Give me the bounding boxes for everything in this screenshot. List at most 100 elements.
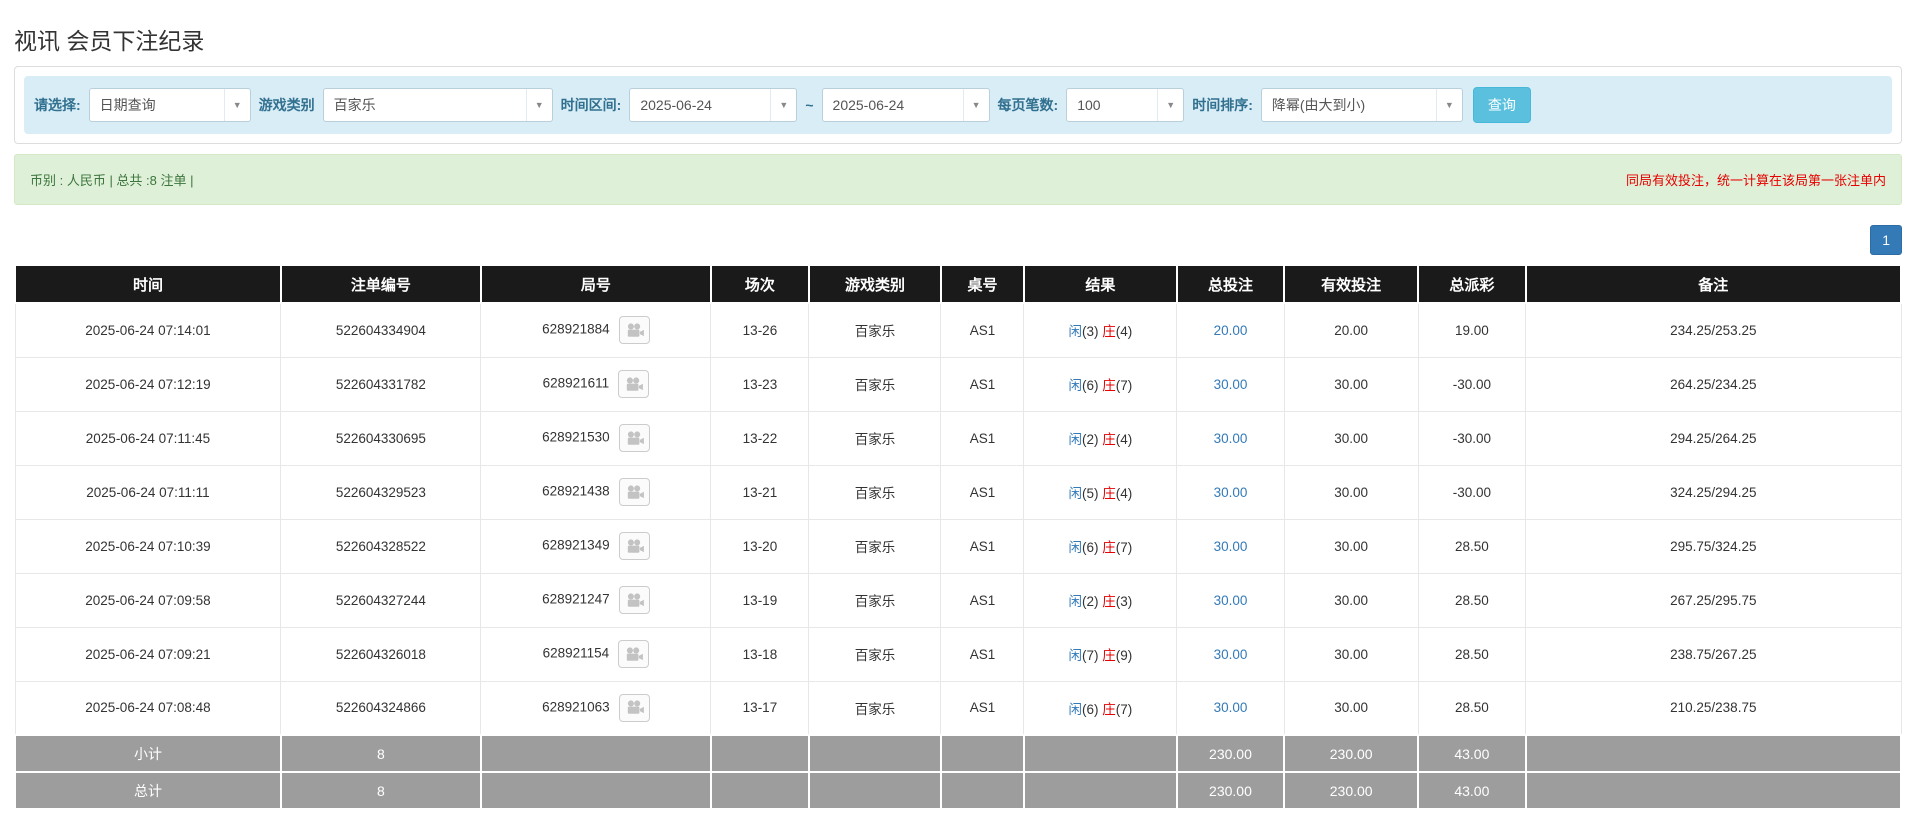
round-cell: 628921247 <box>480 572 712 628</box>
total-bet-link[interactable]: 20.00 <box>1214 323 1248 338</box>
result-banker-value: (7) <box>1115 701 1133 717</box>
result-banker-label: 庄 <box>1102 378 1116 393</box>
total-bet-cell: 30.00 <box>1176 680 1285 736</box>
summary-empty-game <box>807 771 942 810</box>
game-type: 百家乐 <box>808 356 942 412</box>
summary-empty-round <box>479 734 712 773</box>
column-header: 总投注 <box>1175 264 1286 304</box>
note: 210.25/238.75 <box>1525 680 1902 736</box>
summary-row: 总计 8 230.00 230.00 43.00 <box>14 771 1903 810</box>
summary-empty-table <box>939 771 1025 810</box>
query-type-value: 日期查询 <box>99 97 156 113</box>
date-from-value: 2025-06-24 <box>640 97 712 113</box>
summary-total-bet: 230.00 <box>1175 734 1286 773</box>
round-cell: 628921530 <box>480 410 712 466</box>
result-player-label: 闲 <box>1068 378 1082 393</box>
video-replay-button[interactable] <box>618 316 650 345</box>
result-player-label: 闲 <box>1068 540 1082 555</box>
result-cell: 闲(6) 庄(7) <box>1023 680 1178 736</box>
summary-count: 8 <box>279 734 482 773</box>
round-id: 628921063 <box>542 699 610 715</box>
video-camera-icon <box>626 376 644 391</box>
table-row: 2025-06-24 07:14:01 522604334904 628921884… <box>14 302 1902 358</box>
summary-row: 小计 8 230.00 230.00 43.00 <box>14 734 1903 773</box>
result-cell: 闲(7) 庄(9) <box>1023 626 1178 682</box>
page-size-value: 100 <box>1077 97 1101 113</box>
table-no: AS1 <box>940 680 1025 736</box>
valid-bet: 30.00 <box>1283 464 1419 520</box>
result-banker-label: 庄 <box>1102 648 1116 663</box>
session-no: 13-26 <box>710 302 810 358</box>
table-no: AS1 <box>940 626 1025 682</box>
table-row: 2025-06-24 07:11:11 522604329523 628921438… <box>14 464 1902 520</box>
video-replay-button[interactable] <box>618 693 650 722</box>
summary-label: 小计 <box>14 734 282 773</box>
result-cell: 闲(2) 庄(4) <box>1023 410 1178 466</box>
session-no: 13-18 <box>710 626 810 682</box>
payout: 28.50 <box>1417 680 1527 736</box>
valid-bet: 30.00 <box>1283 626 1419 682</box>
query-type-label: 请选择: <box>34 97 81 113</box>
summary-empty-session <box>709 771 810 810</box>
search-button[interactable]: 查询 <box>1472 87 1531 123</box>
column-header: 游戏类别 <box>807 264 942 304</box>
payout: 28.50 <box>1417 626 1527 682</box>
result-banker-value: (7) <box>1115 540 1133 555</box>
round-cell: 628921063 <box>480 680 712 736</box>
result-cell: 闲(6) 庄(7) <box>1023 518 1178 574</box>
video-replay-button[interactable] <box>618 424 650 452</box>
round-id: 628921530 <box>542 429 610 445</box>
video-camera-icon <box>627 484 644 499</box>
video-replay-button[interactable] <box>618 532 650 560</box>
total-bet-link[interactable]: 30.00 <box>1214 700 1248 715</box>
game-type: 百家乐 <box>808 680 942 736</box>
video-camera-icon <box>627 430 644 445</box>
sort-order-select[interactable]: 降幂(由大到小) ▼ <box>1260 88 1463 122</box>
result-banker-value: (7) <box>1115 378 1133 393</box>
result-player-value: (2) <box>1081 432 1099 447</box>
total-bet-cell: 30.00 <box>1176 410 1285 466</box>
sort-order-label: 时间排序: <box>1192 97 1253 113</box>
query-type-select[interactable]: 日期查询 ▼ <box>88 88 251 122</box>
page-1-button[interactable]: 1 <box>1870 225 1902 255</box>
round-cell: 628921884 <box>480 302 712 358</box>
total-bet-link[interactable]: 30.00 <box>1214 647 1248 662</box>
total-bet-link[interactable]: 30.00 <box>1214 431 1248 446</box>
video-camera-icon <box>627 592 644 607</box>
video-replay-button[interactable] <box>618 640 650 668</box>
page-size-select[interactable]: 100 ▼ <box>1066 88 1185 122</box>
total-bet-link[interactable]: 30.00 <box>1214 485 1248 500</box>
column-header: 总派彩 <box>1417 264 1527 304</box>
result-player-value: (6) <box>1081 378 1099 393</box>
date-range-separator: ~ <box>805 97 814 113</box>
video-replay-button[interactable] <box>618 478 650 506</box>
bet-time: 2025-06-24 07:09:21 <box>14 626 282 682</box>
result-banker-label: 庄 <box>1102 324 1116 340</box>
filter-panel: 请选择: 日期查询 ▼ 游戏类别 百家乐 ▼ 时间区间: 2025-06-24 … <box>14 66 1902 144</box>
payout: 19.00 <box>1417 302 1527 358</box>
total-bet-link[interactable]: 30.00 <box>1214 593 1248 608</box>
total-bet-link[interactable]: 30.00 <box>1214 377 1248 392</box>
result-cell: 闲(3) 庄(4) <box>1023 302 1178 358</box>
bet-time: 2025-06-24 07:14:01 <box>14 302 282 358</box>
game-type-select[interactable]: 百家乐 ▼ <box>322 88 553 122</box>
result-cell: 闲(5) 庄(4) <box>1023 464 1178 520</box>
result-banker-label: 庄 <box>1102 594 1116 609</box>
total-bet-link[interactable]: 30.00 <box>1214 539 1248 554</box>
table-no: AS1 <box>940 356 1025 412</box>
date-to-select[interactable]: 2025-06-24 ▼ <box>821 88 990 122</box>
round-id: 628921438 <box>542 483 610 499</box>
game-type: 百家乐 <box>808 572 942 628</box>
chevron-down-icon: ▼ <box>1435 89 1462 121</box>
game-type: 百家乐 <box>808 464 942 520</box>
summary-empty-result <box>1022 734 1178 773</box>
video-replay-button[interactable] <box>618 586 650 614</box>
chevron-down-icon: ▼ <box>223 89 250 121</box>
video-replay-button[interactable] <box>618 370 650 398</box>
payout: 28.50 <box>1417 518 1527 574</box>
game-type: 百家乐 <box>808 518 942 574</box>
note: 294.25/264.25 <box>1525 410 1902 466</box>
date-from-select[interactable]: 2025-06-24 ▼ <box>629 88 798 122</box>
summary-empty-result <box>1022 771 1178 810</box>
summary-count: 8 <box>279 771 482 810</box>
